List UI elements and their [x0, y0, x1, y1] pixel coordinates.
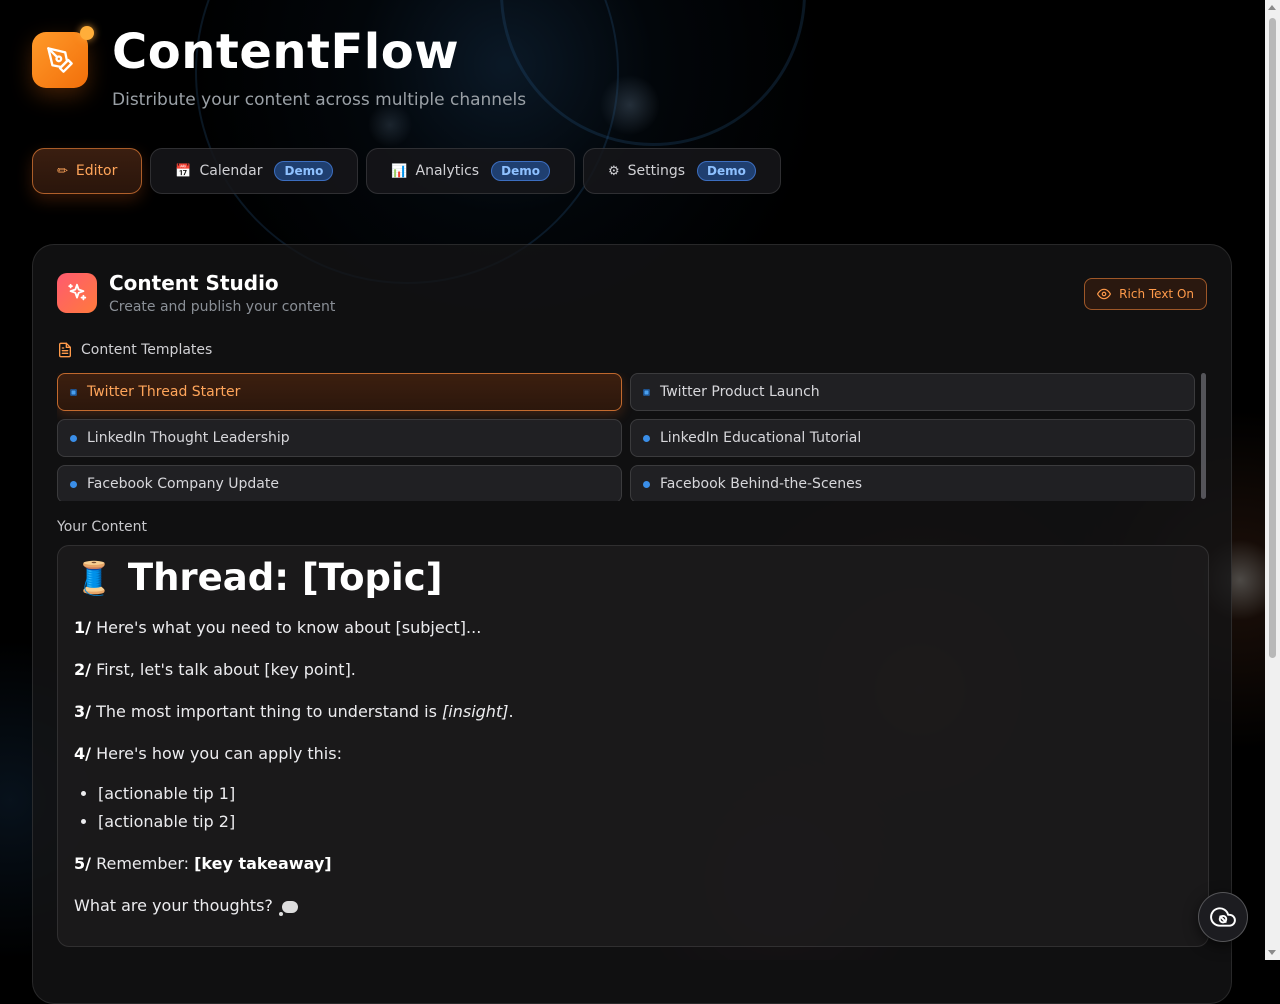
template-item[interactable]: Twitter Thread Starter: [57, 373, 622, 411]
facebook-icon: [643, 480, 650, 488]
template-label: LinkedIn Educational Tutorial: [660, 430, 862, 446]
cloud-off-icon: [1210, 907, 1236, 927]
template-label: Facebook Company Update: [87, 476, 279, 492]
studio-title: Content Studio: [109, 271, 279, 295]
line-text: What are your thoughts?: [74, 896, 278, 915]
thread-line-1: 1/ Here's what you need to know about [s…: [74, 614, 1192, 642]
tab-label: Settings: [627, 163, 686, 179]
linkedin-icon: [70, 434, 77, 442]
line-number: 3/: [74, 702, 91, 721]
editor-heading: 🧵 Thread: [Topic]: [74, 556, 1192, 600]
content-studio-panel: Content Studio Create and publish your c…: [32, 244, 1232, 1004]
template-item[interactable]: LinkedIn Educational Tutorial: [630, 419, 1195, 457]
line-bold: [key takeaway]: [194, 854, 332, 873]
template-list: Twitter Thread Starter Twitter Product L…: [57, 373, 1195, 501]
app-subtitle: Distribute your content across multiple …: [112, 90, 527, 110]
demo-badge: Demo: [491, 161, 550, 181]
templates-heading: Content Templates: [57, 342, 212, 358]
thread-line-4: 4/ Here's how you can apply this:: [74, 740, 1192, 768]
thought-bubble-icon: [278, 900, 298, 916]
template-label: LinkedIn Thought Leadership: [87, 430, 290, 446]
eye-icon: [1097, 288, 1112, 300]
decorative-ring: [500, 0, 806, 146]
calendar-icon: 📅: [175, 163, 192, 179]
template-item[interactable]: Facebook Company Update: [57, 465, 622, 501]
gear-icon: ⚙: [607, 163, 620, 179]
notification-dot: [80, 26, 94, 40]
line-number: 2/: [74, 660, 91, 679]
line-text: Here's what you need to know about [subj…: [90, 618, 482, 637]
rich-text-label: Rich Text On: [1119, 287, 1194, 301]
line-number: 5/: [74, 854, 91, 873]
scroll-up-arrow-icon[interactable]: [1268, 5, 1276, 10]
tip-list: [actionable tip 1] [actionable tip 2]: [74, 780, 1192, 836]
tab-analytics[interactable]: 📊 Analytics Demo: [366, 148, 575, 194]
tab-label: Editor: [75, 163, 118, 179]
demo-badge: Demo: [274, 161, 334, 181]
tab-settings[interactable]: ⚙ Settings Demo: [582, 148, 781, 194]
line-text: Remember:: [90, 854, 195, 873]
line-emphasis: [insight]: [442, 702, 509, 721]
editor-heading-text: Thread: [Topic]: [127, 556, 443, 599]
studio-subtitle: Create and publish your content: [109, 299, 336, 315]
tab-label: Analytics: [415, 163, 480, 179]
thread-closing: What are your thoughts?: [74, 892, 1192, 920]
thread-line-5: 5/ Remember: [key takeaway]: [74, 850, 1192, 878]
studio-icon: [57, 273, 97, 313]
main-tabs: ✏ Editor 📅 Calendar Demo 📊 Analytics Dem…: [32, 148, 781, 194]
templates-heading-label: Content Templates: [81, 342, 213, 358]
rich-text-toggle[interactable]: Rich Text On: [1084, 278, 1207, 310]
list-item: [actionable tip 2]: [98, 808, 1192, 836]
thread-line-3: 3/ The most important thing to understan…: [74, 698, 1192, 726]
bar-chart-icon: 📊: [391, 163, 408, 179]
tab-label: Calendar: [199, 163, 263, 179]
thread-line-2: 2/ First, let's talk about [key point].: [74, 656, 1192, 684]
template-list-scrollbar[interactable]: [1201, 373, 1206, 499]
pen-tool-icon: [47, 47, 73, 73]
template-label: Twitter Thread Starter: [87, 384, 241, 400]
line-text: First, let's talk about [key point].: [90, 660, 356, 679]
document-icon: [59, 342, 71, 358]
sparkles-icon: [68, 283, 87, 301]
list-item: [actionable tip 1]: [98, 780, 1192, 808]
content-editor[interactable]: 🧵 Thread: [Topic] 1/ Here's what you nee…: [57, 545, 1209, 947]
scroll-thumb[interactable]: [1269, 18, 1276, 658]
app-title: ContentFlow: [112, 24, 460, 80]
scroll-down-arrow-icon[interactable]: [1268, 950, 1276, 955]
line-number: 1/: [74, 618, 91, 637]
template-item[interactable]: Facebook Behind-the-Scenes: [630, 465, 1195, 501]
tab-calendar[interactable]: 📅 Calendar Demo: [150, 148, 359, 194]
line-text: Here's how you can apply this:: [90, 744, 342, 763]
line-text: The most important thing to understand i…: [90, 702, 443, 721]
floating-action-button[interactable]: [1198, 892, 1248, 942]
linkedin-icon: [643, 434, 650, 442]
template-label: Twitter Product Launch: [660, 384, 820, 400]
line-number: 4/: [74, 744, 91, 763]
facebook-icon: [70, 480, 77, 488]
page-scrollbar[interactable]: [1265, 0, 1280, 960]
twitter-icon: [643, 388, 650, 396]
line-text: .: [508, 702, 514, 721]
thread-spool-icon: 🧵: [74, 559, 114, 597]
tab-editor[interactable]: ✏ Editor: [32, 148, 143, 194]
app-logo[interactable]: [32, 26, 94, 88]
demo-badge: Demo: [697, 161, 756, 181]
template-label: Facebook Behind-the-Scenes: [660, 476, 863, 492]
twitter-icon: [70, 388, 77, 396]
template-item[interactable]: Twitter Product Launch: [630, 373, 1195, 411]
content-label: Your Content: [57, 519, 148, 535]
pencil-icon: ✏: [57, 163, 68, 179]
template-item[interactable]: LinkedIn Thought Leadership: [57, 419, 622, 457]
